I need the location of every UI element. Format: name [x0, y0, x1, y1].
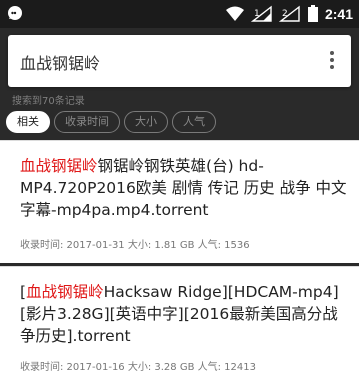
- wifi-icon: [225, 6, 245, 22]
- result-title[interactable]: 血战钢锯岭钢锯岭钢铁英雄(台) hd-MP4.720P2016欧美 剧情 传记 …: [20, 155, 350, 221]
- filter-bar: 相关 收录时间 大小 人气: [6, 111, 216, 133]
- title-highlight: 血战钢锯岭: [20, 157, 98, 175]
- status-bar: 1 2 2:41: [0, 0, 359, 28]
- result-card[interactable]: [血战钢锯岭Hacksaw Ridge][HDCAM-mp4][影片3.28G]…: [0, 266, 359, 377]
- result-meta: 收录时间: 2017-01-31 大小: 1.81 GB 人气: 1536: [20, 240, 250, 251]
- more-vert-icon[interactable]: [329, 51, 335, 71]
- search-input[interactable]: 血战钢锯岭: [20, 50, 100, 74]
- filter-chip-date[interactable]: 收录时间: [54, 111, 120, 133]
- title-highlight: 血战钢锯岭: [26, 283, 104, 301]
- result-count: 搜索到70条记录: [12, 96, 85, 107]
- filter-chip-relevance[interactable]: 相关: [6, 111, 50, 133]
- signal-1-icon: 1: [250, 5, 273, 23]
- filter-chip-size[interactable]: 大小: [124, 111, 168, 133]
- clock: 2:41: [324, 6, 353, 22]
- result-meta: 收录时间: 2017-01-16 大小: 3.28 GB 人气: 12413: [20, 362, 256, 373]
- svg-text:2: 2: [282, 9, 288, 19]
- chat-bubble-icon: [6, 4, 26, 24]
- result-title[interactable]: [血战钢锯岭Hacksaw Ridge][HDCAM-mp4][影片3.28G]…: [20, 281, 350, 347]
- battery-icon: [307, 5, 319, 23]
- search-bar[interactable]: 血战钢锯岭: [8, 35, 351, 87]
- signal-2-icon: 2: [278, 5, 301, 23]
- filter-chip-popularity[interactable]: 人气: [172, 111, 216, 133]
- svg-text:1: 1: [254, 9, 260, 19]
- result-card[interactable]: 血战钢锯岭钢锯岭钢铁英雄(台) hd-MP4.720P2016欧美 剧情 传记 …: [0, 140, 359, 263]
